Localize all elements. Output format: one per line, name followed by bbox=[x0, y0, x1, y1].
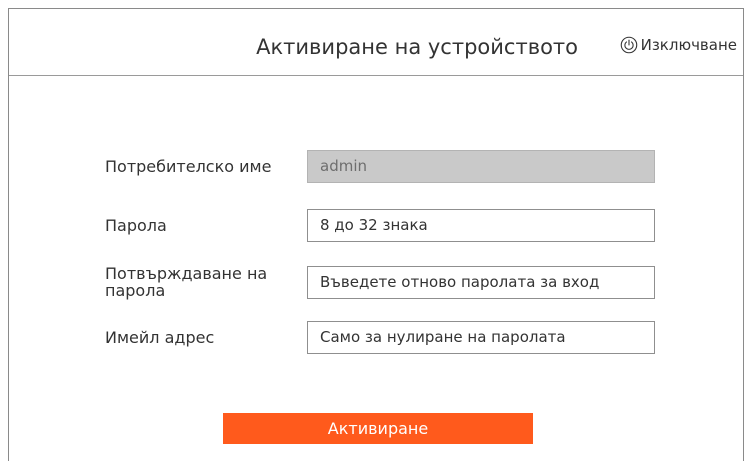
dialog-title: Активиране на устройството bbox=[256, 35, 578, 59]
username-field: admin bbox=[307, 150, 655, 183]
activation-dialog: Активиране на устройството Изключване По… bbox=[8, 8, 744, 461]
password-field[interactable]: 8 до 32 знака bbox=[307, 209, 655, 242]
dialog-header: Активиране на устройството Изключване bbox=[9, 9, 743, 76]
confirm-password-label: Потвърждаване на парола bbox=[105, 265, 307, 299]
email-row: Имейл адрес Само за нулиране на паролата bbox=[105, 321, 655, 354]
password-label: Парола bbox=[105, 216, 167, 235]
email-label: Имейл адрес bbox=[105, 328, 215, 347]
username-label: Потребителско име bbox=[105, 157, 272, 176]
shutdown-label: Изключване bbox=[640, 36, 737, 54]
shutdown-button[interactable]: Изключване bbox=[620, 36, 737, 54]
username-row: Потребителско име admin bbox=[105, 150, 655, 183]
confirm-password-row: Потвърждаване на парола Въведете отново … bbox=[105, 265, 655, 299]
activate-button[interactable]: Активиране bbox=[223, 413, 533, 444]
confirm-password-label-line2: парола bbox=[105, 281, 166, 300]
email-field[interactable]: Само за нулиране на паролата bbox=[307, 321, 655, 354]
confirm-password-label-line1: Потвърждаване на bbox=[105, 264, 268, 283]
power-icon bbox=[620, 36, 637, 54]
password-row: Парола 8 до 32 знака bbox=[105, 209, 655, 242]
confirm-password-field[interactable]: Въведете отново паролата за вход bbox=[307, 265, 655, 299]
